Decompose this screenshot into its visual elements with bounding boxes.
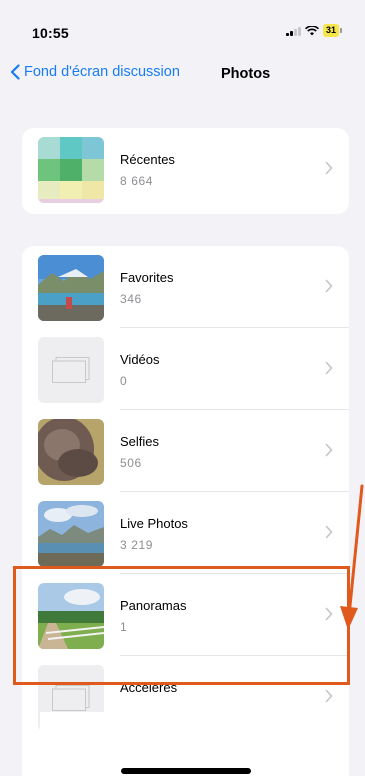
album-title: Live Photos: [120, 516, 188, 531]
chevron-right-icon: [325, 443, 333, 457]
album-count: 1: [120, 620, 128, 634]
redaction-patch: [40, 712, 140, 746]
albums-card: Favorites 346 Vidéos 0 Selfies 506 Live …: [22, 246, 349, 776]
status-icons: 31: [286, 24, 343, 37]
album-thumbnail: [38, 583, 104, 649]
chevron-right-icon: [325, 525, 333, 539]
album-title: Favorites: [120, 270, 174, 285]
album-row-panoramas[interactable]: Panoramas 1: [22, 574, 349, 656]
album-count: 3 219: [120, 538, 154, 552]
cellular-signal-icon: [286, 26, 301, 36]
chevron-left-icon: [10, 64, 20, 80]
album-thumbnail: [38, 501, 104, 567]
album-row-selfies[interactable]: Selfies 506: [22, 410, 349, 492]
album-title: Vidéos: [120, 352, 160, 367]
album-row-favorites[interactable]: Favorites 346: [22, 246, 349, 328]
album-title: Selfies: [120, 434, 160, 449]
status-time: 10:55: [32, 25, 69, 41]
status-bar: 10:55 31: [0, 0, 365, 62]
wifi-icon: [305, 25, 319, 36]
album-count: 0: [120, 374, 128, 388]
recent-card: Récentes 8 664: [22, 128, 349, 214]
battery-icon: 31: [322, 24, 343, 37]
album-title: Récentes: [120, 152, 175, 167]
album-title: Accélérés: [120, 680, 178, 695]
empty-album-icon: [52, 357, 90, 383]
back-button[interactable]: Fond d'écran discussion: [10, 64, 180, 80]
album-thumbnail: [38, 337, 104, 403]
home-indicator: [121, 768, 251, 774]
chevron-right-icon: [325, 161, 333, 175]
album-row-recent[interactable]: Récentes 8 664: [22, 128, 349, 210]
album-row-videos[interactable]: Vidéos 0: [22, 328, 349, 410]
album-row-live-photos[interactable]: Live Photos 3 219: [22, 492, 349, 574]
chevron-right-icon: [325, 689, 333, 703]
chevron-right-icon: [325, 279, 333, 293]
album-thumbnail: [38, 419, 104, 485]
chevron-right-icon: [325, 607, 333, 621]
album-thumbnail: [38, 255, 104, 321]
chevron-right-icon: [325, 361, 333, 375]
empty-album-icon: [52, 685, 90, 711]
back-button-label: Fond d'écran discussion: [24, 64, 180, 80]
album-thumbnail: [38, 137, 104, 203]
album-count: 8 664: [120, 174, 154, 188]
album-title: Panoramas: [120, 598, 187, 613]
page-title: Photos: [221, 66, 271, 82]
album-count: 506: [120, 456, 142, 470]
album-count: 346: [120, 292, 142, 306]
navigation-bar: Fond d'écran discussion Photos: [0, 60, 365, 90]
